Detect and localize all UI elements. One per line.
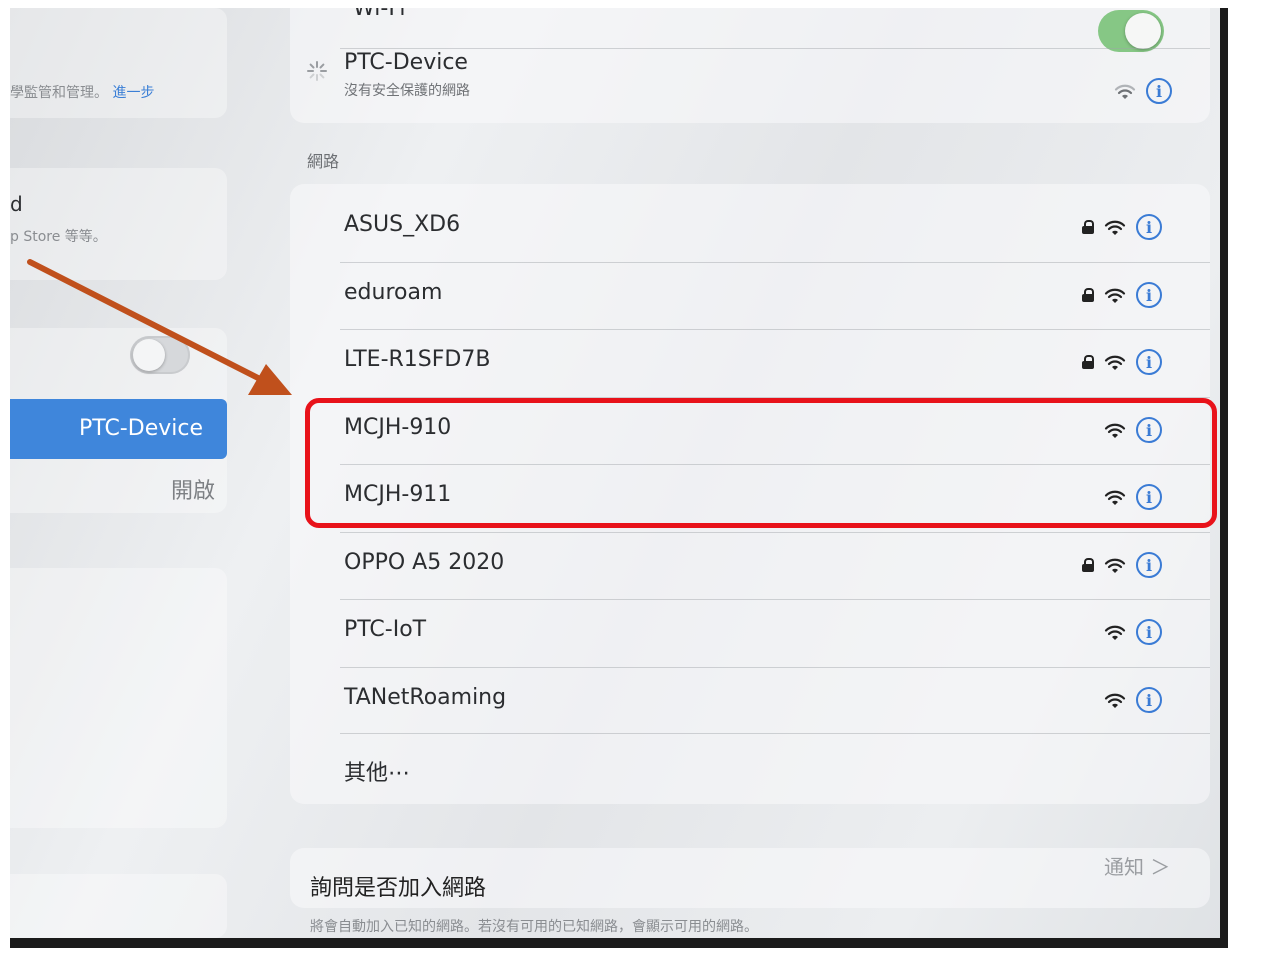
other-network-row[interactable]: 其他⋯ bbox=[290, 733, 1210, 801]
sidebar-card-account[interactable] bbox=[10, 168, 227, 280]
network-row[interactable]: LTE-R1SFD7B i bbox=[290, 329, 1210, 397]
other-network-label: 其他⋯ bbox=[344, 761, 411, 786]
highlight-box bbox=[305, 398, 1217, 528]
wifi-icon bbox=[1104, 693, 1126, 708]
network-row[interactable]: OPPO A5 2020 i bbox=[290, 532, 1210, 600]
network-icons: i bbox=[1082, 214, 1162, 240]
wifi-toggle[interactable] bbox=[1098, 10, 1164, 52]
info-icon[interactable]: i bbox=[1136, 687, 1162, 713]
wifi-icon bbox=[1104, 355, 1126, 370]
network-row[interactable]: TANetRoaming i bbox=[290, 667, 1210, 735]
lock-icon bbox=[1082, 288, 1094, 302]
separator bbox=[340, 48, 1210, 49]
sidebar-card-general bbox=[10, 874, 227, 938]
network-row[interactable]: ASUS_XD6 i bbox=[290, 194, 1210, 262]
wifi-icon bbox=[1104, 220, 1126, 235]
wifi-icon bbox=[1104, 625, 1126, 640]
network-name: LTE-R1SFD7B bbox=[344, 347, 491, 372]
network-name: ASUS_XD6 bbox=[344, 212, 461, 237]
info-icon[interactable]: i bbox=[1136, 619, 1162, 645]
airplane-mode-toggle[interactable] bbox=[130, 336, 190, 374]
settings-sidebar: 學監管和管理。 進一步 d p Store 等等。 PTC-Device 開啟 bbox=[10, 8, 260, 938]
network-icons: i bbox=[1082, 552, 1162, 578]
appstore-fragment: p Store 等等。 bbox=[10, 229, 107, 245]
ask-to-join-value[interactable]: 通知 ＞ bbox=[1104, 851, 1170, 880]
separator bbox=[340, 262, 1210, 263]
network-name: TANetRoaming bbox=[344, 685, 507, 710]
ipad-screen: 學監管和管理。 進一步 d p Store 等等。 PTC-Device 開啟 … bbox=[10, 8, 1228, 948]
lock-icon bbox=[1082, 355, 1094, 369]
network-name: eduroam bbox=[344, 280, 443, 305]
supervise-notice: 學監管和管理。 進一步 bbox=[10, 82, 154, 102]
wifi-icon bbox=[1104, 558, 1126, 573]
connected-network-icons: i bbox=[1114, 78, 1172, 104]
network-name: PTC-IoT bbox=[344, 617, 427, 642]
network-icons: i bbox=[1082, 282, 1162, 308]
info-icon[interactable]: i bbox=[1146, 78, 1172, 104]
bluetooth-value: 開啟 bbox=[170, 479, 215, 504]
info-icon[interactable]: i bbox=[1136, 349, 1162, 375]
wifi-icon bbox=[1104, 288, 1126, 303]
sidebar-item-wifi-value: PTC-Device bbox=[79, 416, 203, 441]
wifi-label: Wi-Fi bbox=[353, 8, 406, 21]
learn-more-link[interactable]: 進一步 bbox=[112, 85, 154, 101]
lock-icon bbox=[1082, 558, 1094, 572]
separator bbox=[340, 329, 1210, 330]
lock-icon bbox=[1082, 220, 1094, 234]
connecting-spinner-icon bbox=[307, 61, 327, 81]
sidebar-item-wifi[interactable]: PTC-Device bbox=[10, 399, 227, 459]
ask-to-join-title: 詢問是否加入網路 bbox=[310, 876, 487, 901]
info-icon[interactable]: i bbox=[1136, 282, 1162, 308]
separator bbox=[340, 667, 1210, 668]
network-icons: i bbox=[1082, 349, 1162, 375]
account-fragment: d bbox=[10, 192, 23, 216]
network-name: OPPO A5 2020 bbox=[344, 550, 505, 575]
network-row[interactable]: eduroam i bbox=[290, 262, 1210, 330]
wifi-icon bbox=[1114, 84, 1136, 99]
separator bbox=[340, 532, 1210, 533]
network-row[interactable]: PTC-IoT i bbox=[290, 599, 1210, 667]
info-icon[interactable]: i bbox=[1136, 214, 1162, 240]
separator bbox=[340, 733, 1210, 734]
network-icons: i bbox=[1104, 687, 1162, 713]
separator bbox=[340, 599, 1210, 600]
supervise-text: 學監管和管理。 bbox=[10, 85, 108, 101]
connected-network-subtitle: 沒有安全保護的網路 bbox=[344, 83, 470, 99]
info-icon[interactable]: i bbox=[1136, 552, 1162, 578]
sidebar-card-notifications bbox=[10, 568, 227, 828]
connected-network-name: PTC-Device bbox=[344, 50, 468, 75]
network-icons: i bbox=[1104, 619, 1162, 645]
networks-section-header: 網路 bbox=[307, 152, 340, 171]
ask-to-join-footer: 將會自動加入已知的網路。若沒有可用的已知網路，會顯示可用的網路。 bbox=[310, 919, 758, 935]
